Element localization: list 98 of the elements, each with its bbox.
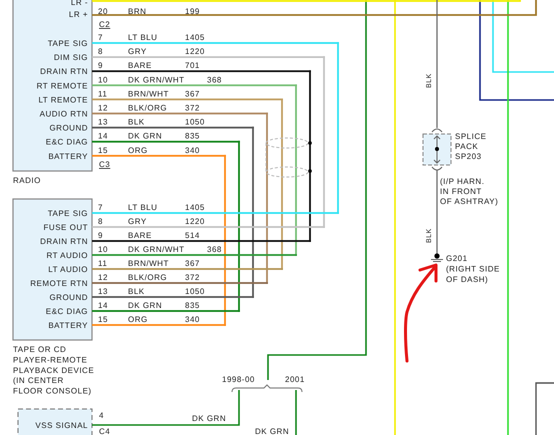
pin-number: 11 xyxy=(98,89,108,98)
circuit-number: 372 xyxy=(185,273,200,282)
pin-function: DIM SIG xyxy=(54,53,88,62)
pin-function: LT REMOTE xyxy=(38,95,88,104)
wire-color-label: BRN xyxy=(128,7,146,16)
pin-number: 4 xyxy=(99,411,104,420)
pin-number: 10 xyxy=(98,75,108,84)
circuit-number: 368 xyxy=(207,75,222,84)
device-name: TAPE OR CD PLAYER-REMOTE PLAYBACK DEVICE (IN CENTER FLOOR CONSOLE) xyxy=(13,345,94,396)
circuit-number: 367 xyxy=(185,89,200,98)
ground-label: G201 (RIGHT SIDE OF DASH) xyxy=(446,254,500,284)
wire-color-label: DK GRN xyxy=(192,414,226,423)
wire-color-label: BARE xyxy=(128,61,152,70)
circuit-number: 1220 xyxy=(185,217,205,226)
pin-function: REMOTE RTN xyxy=(30,279,88,288)
wire-color-label: BLK xyxy=(128,287,145,296)
pin-function: LT AUDIO xyxy=(48,265,88,274)
circuit-number: 1405 xyxy=(185,203,205,212)
pin-number: 14 xyxy=(98,301,108,310)
pin-function: TAPE SIG xyxy=(48,209,88,218)
pin-number: 15 xyxy=(98,146,108,155)
year-label: 1998-00 xyxy=(222,375,255,384)
wire-color-label: BRN/WHT xyxy=(128,259,169,268)
wire-color-label: GRY xyxy=(128,47,147,56)
pin-function: TAPE SIG xyxy=(48,39,88,48)
pin-number: 7 xyxy=(98,33,103,42)
pin-function: GROUND xyxy=(49,293,88,302)
pin-number: 12 xyxy=(98,273,108,282)
connector-label: C2 xyxy=(99,20,110,29)
pin-function: LR + xyxy=(68,10,88,19)
pin-function: RT AUDIO xyxy=(46,251,88,260)
circuit-number: 372 xyxy=(185,104,200,112)
year-label: 2001 xyxy=(285,375,305,384)
circuit-number: 368 xyxy=(207,245,222,254)
circuit-number: 835 xyxy=(185,301,200,310)
wire-color-label: ORG xyxy=(128,315,148,324)
pin-number: 12 xyxy=(98,104,108,112)
pin-number: 7 xyxy=(98,203,103,212)
pin-number: 8 xyxy=(98,47,103,56)
pin-function: DRAIN RTN xyxy=(40,237,88,246)
wire xyxy=(295,390,297,435)
pin-number: 9 xyxy=(98,61,103,70)
ground-symbol xyxy=(430,253,444,262)
circuit-number: 1405 xyxy=(185,33,205,42)
pin-function: DRAIN RTN xyxy=(40,67,88,76)
pin-function: RT REMOTE xyxy=(36,81,88,90)
pin-function: GROUND xyxy=(49,124,88,133)
splice-dot xyxy=(308,141,312,145)
pin-number: 9 xyxy=(98,231,103,240)
pin-function: E&C DIAG xyxy=(46,138,88,147)
circuit-number: 340 xyxy=(185,315,200,324)
pin-function: BATTERY xyxy=(48,321,88,330)
wire-color-label: ORG xyxy=(128,146,148,155)
splice-dot xyxy=(308,169,312,173)
shield-outline xyxy=(266,138,308,178)
pin-number: 10 xyxy=(98,245,108,254)
pin-number: 14 xyxy=(98,132,108,141)
wire-color-label: LT BLU xyxy=(128,203,158,212)
splice-label: SPLICE PACK SP203 xyxy=(455,132,486,161)
pin-function: BATTERY xyxy=(48,152,88,161)
location-note: (I/P HARN. IN FRONT OF ASHTRAY) xyxy=(440,177,498,206)
pin-function: VSS SIGNAL xyxy=(35,421,88,430)
pin-number: 20 xyxy=(98,7,108,16)
wire-color-label: DK GRN xyxy=(255,427,290,435)
wire-color-label: GRY xyxy=(128,217,147,226)
wire-color-label: DK GRN xyxy=(128,301,162,310)
circuit-number: 199 xyxy=(185,7,200,16)
circuit-number: 1220 xyxy=(185,47,205,56)
circuit-number: 1050 xyxy=(185,287,205,296)
circuit-number: 1050 xyxy=(185,118,205,127)
wire-color-label: DK GRN xyxy=(128,132,162,141)
wire xyxy=(535,382,554,435)
circuit-number: 835 xyxy=(185,132,200,141)
pin-function: E&C DIAG xyxy=(46,307,88,316)
pin-number: 8 xyxy=(98,217,103,226)
wire-color-label: LT BLU xyxy=(128,33,158,42)
pin-function: AUDIO RTN xyxy=(40,110,88,118)
connector-label: C3 xyxy=(99,160,110,169)
connector-label: C4 xyxy=(99,427,110,435)
wire-color-label: BARE xyxy=(128,231,152,240)
wire-color-label: DK GRN/WHT xyxy=(128,245,185,254)
wire-color-label: BRN/WHT xyxy=(128,89,169,98)
pin-number: 13 xyxy=(98,118,108,127)
branch-bracket xyxy=(232,384,302,392)
pin-function: FUSE OUT xyxy=(44,223,88,232)
pin-number: 13 xyxy=(98,287,108,296)
circuit-number: 701 xyxy=(185,61,200,70)
splice-pack-drawing xyxy=(422,128,452,170)
pin-number: 15 xyxy=(98,315,108,324)
pin-number: 11 xyxy=(98,259,108,268)
circuit-number: 514 xyxy=(185,231,200,240)
device-name: RADIO xyxy=(13,176,41,185)
wire-color-label: BLK/ORG xyxy=(128,104,168,112)
wire-color-label: DK GRN/WHT xyxy=(128,75,185,84)
wire-color-label: BLK xyxy=(128,118,145,127)
wire-color-label: BLK/ORG xyxy=(128,273,168,282)
circuit-number: 367 xyxy=(185,259,200,268)
circuit-number: 340 xyxy=(185,146,200,155)
